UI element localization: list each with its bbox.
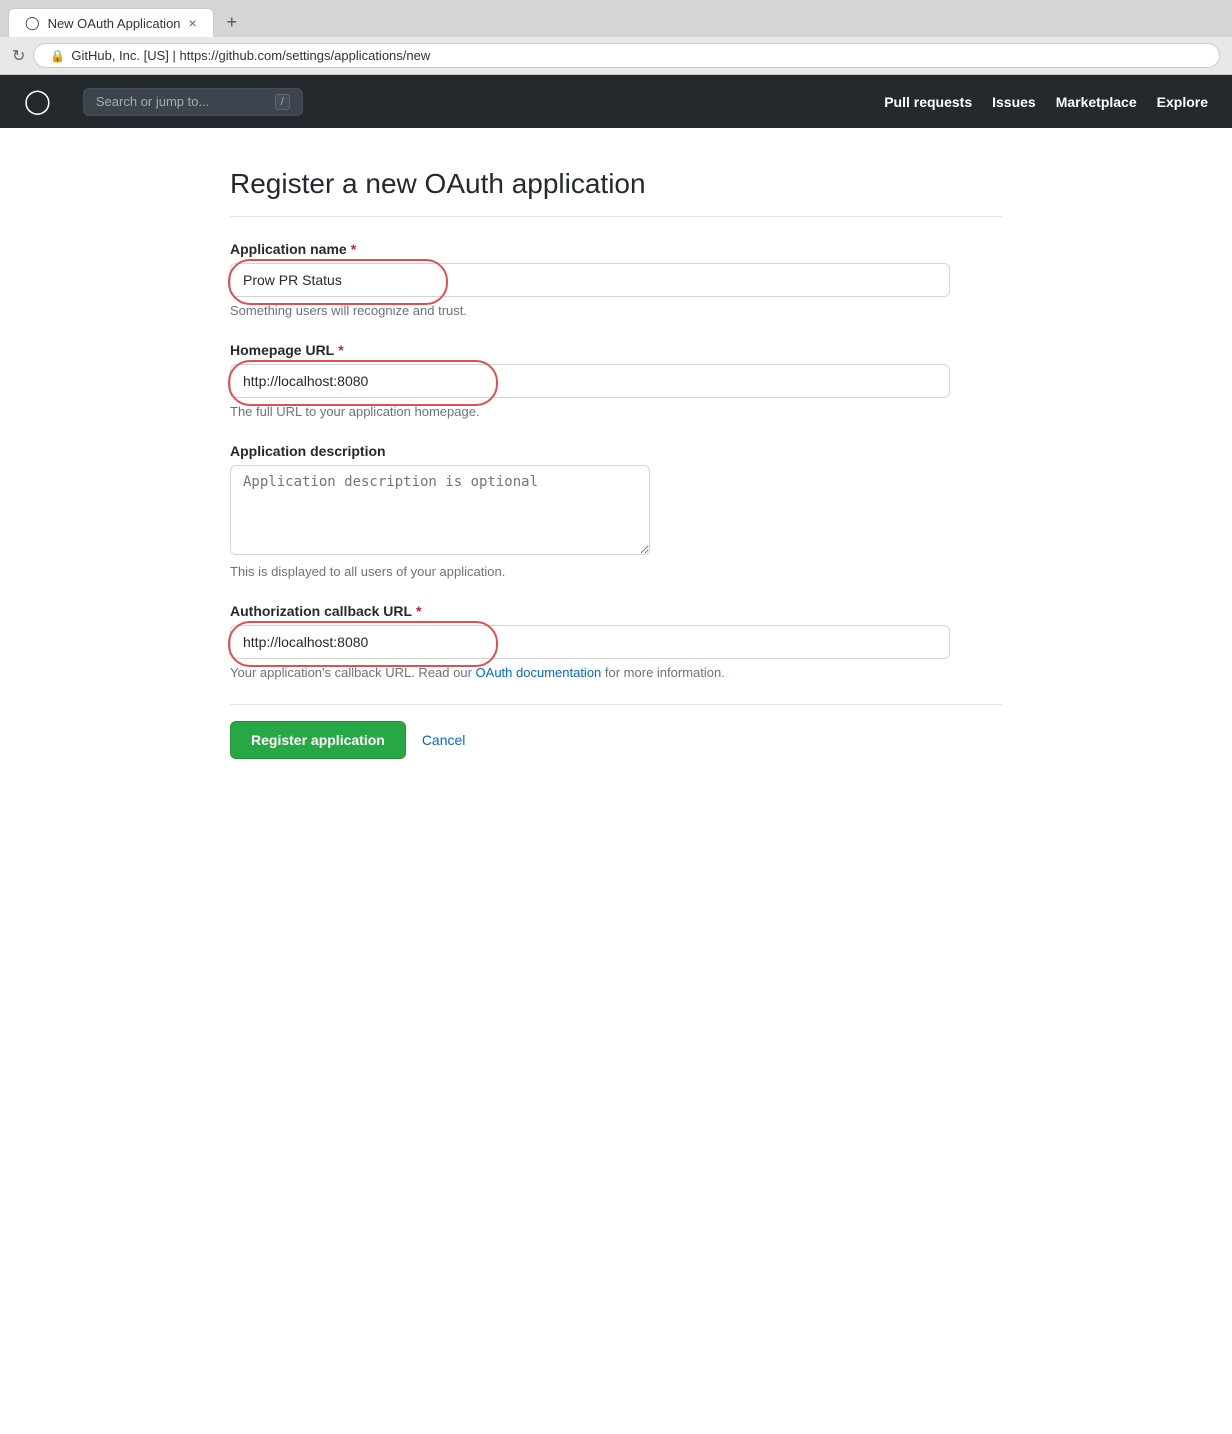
search-placeholder: Search or jump to... xyxy=(96,94,209,109)
homepage-url-input-wrapper xyxy=(230,364,950,398)
oauth-docs-link[interactable]: OAuth documentation xyxy=(476,665,602,680)
description-group: Application description This is displaye… xyxy=(230,443,1002,579)
github-navbar: ◯ Search or jump to... / Pull requests I… xyxy=(0,75,1232,128)
lock-icon: 🔒 xyxy=(50,49,65,63)
search-shortcut-badge: / xyxy=(275,94,290,110)
homepage-url-label: Homepage URL* xyxy=(230,342,1002,358)
app-name-hint: Something users will recognize and trust… xyxy=(230,303,1002,318)
callback-url-hint: Your application's callback URL. Read ou… xyxy=(230,665,1002,680)
nav-pull-requests[interactable]: Pull requests xyxy=(884,94,972,110)
homepage-url-hint: The full URL to your application homepag… xyxy=(230,404,1002,419)
address-input[interactable]: 🔒 GitHub, Inc. [US] | https://github.com… xyxy=(33,43,1220,68)
page-title: Register a new OAuth application xyxy=(230,168,1002,200)
homepage-url-input[interactable] xyxy=(230,364,950,398)
tab-bar: ◯ New OAuth Application × + xyxy=(0,0,1232,37)
nav-explore[interactable]: Explore xyxy=(1157,94,1208,110)
description-textarea[interactable] xyxy=(230,465,650,555)
app-name-required: * xyxy=(351,241,356,257)
address-text: GitHub, Inc. [US] | https://github.com/s… xyxy=(71,48,430,63)
homepage-url-required: * xyxy=(338,342,343,358)
callback-url-required: * xyxy=(416,603,421,619)
global-search-box[interactable]: Search or jump to... / xyxy=(83,88,303,116)
active-tab[interactable]: ◯ New OAuth Application × xyxy=(8,8,214,37)
nav-links: Pull requests Issues Marketplace Explore xyxy=(884,94,1208,110)
callback-url-input[interactable] xyxy=(230,625,950,659)
cancel-button[interactable]: Cancel xyxy=(422,732,466,748)
form-actions: Register application Cancel xyxy=(230,704,1002,759)
address-bar: ↻ 🔒 GitHub, Inc. [US] | https://github.c… xyxy=(0,37,1232,74)
title-divider xyxy=(230,216,1002,217)
callback-url-input-wrapper xyxy=(230,625,950,659)
tab-title: New OAuth Application xyxy=(48,16,181,31)
browser-chrome: ◯ New OAuth Application × + ↻ 🔒 GitHub, … xyxy=(0,0,1232,75)
callback-url-label: Authorization callback URL* xyxy=(230,603,1002,619)
callback-url-group: Authorization callback URL* Your applica… xyxy=(230,603,1002,680)
github-favicon-icon: ◯ xyxy=(25,15,40,31)
tab-close-button[interactable]: × xyxy=(189,15,197,31)
app-name-input[interactable] xyxy=(230,263,950,297)
nav-issues[interactable]: Issues xyxy=(992,94,1036,110)
homepage-url-group: Homepage URL* The full URL to your appli… xyxy=(230,342,1002,419)
description-hint: This is displayed to all users of your a… xyxy=(230,564,1002,579)
nav-marketplace[interactable]: Marketplace xyxy=(1056,94,1137,110)
app-name-group: Application name* Something users will r… xyxy=(230,241,1002,318)
refresh-button[interactable]: ↻ xyxy=(12,46,25,66)
register-application-button[interactable]: Register application xyxy=(230,721,406,759)
main-content: Register a new OAuth application Applica… xyxy=(206,168,1026,759)
new-tab-button[interactable]: + xyxy=(218,9,246,37)
app-name-input-wrapper xyxy=(230,263,950,297)
github-logo-icon[interactable]: ◯ xyxy=(24,87,51,116)
app-name-label: Application name* xyxy=(230,241,1002,257)
description-label: Application description xyxy=(230,443,1002,459)
oauth-registration-form: Application name* Something users will r… xyxy=(230,241,1002,759)
